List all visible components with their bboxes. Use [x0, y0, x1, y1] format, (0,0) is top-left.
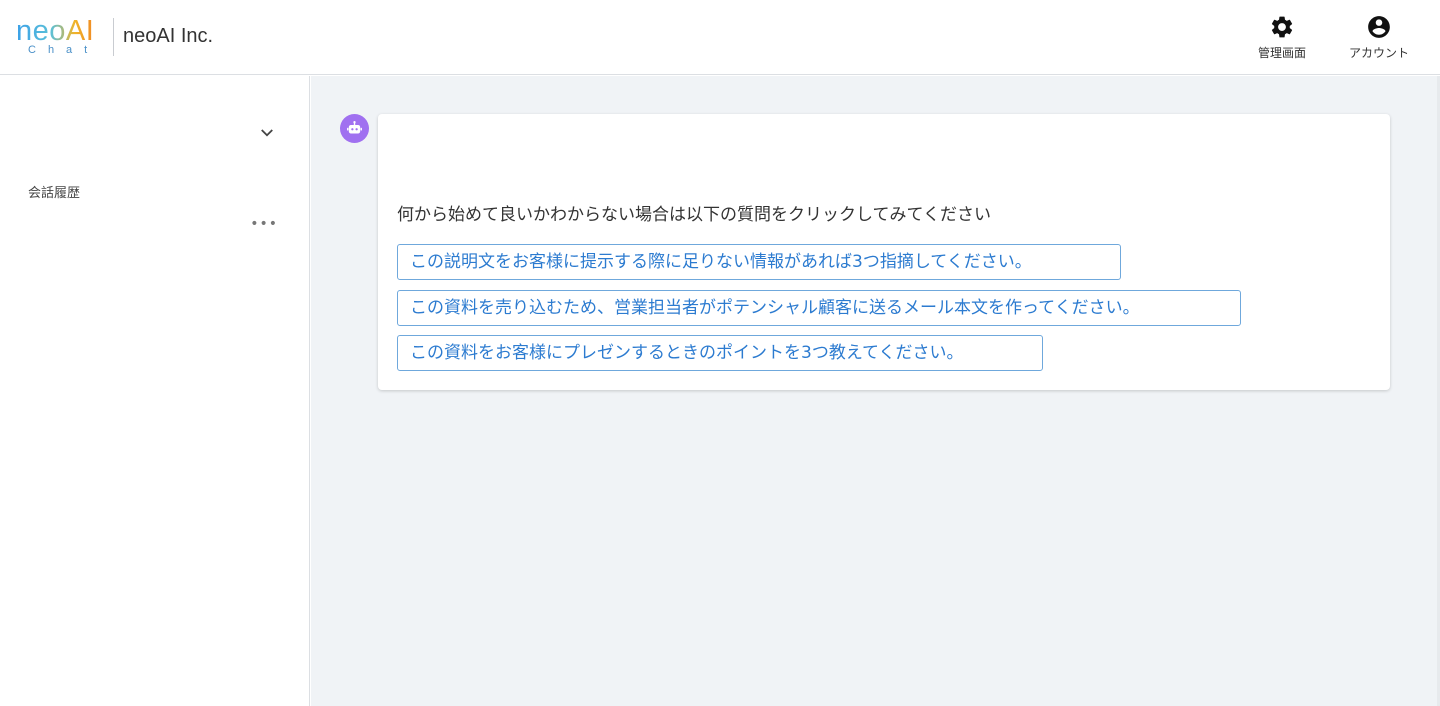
logo-text: neoAI	[16, 15, 95, 47]
admin-button[interactable]: 管理画面	[1255, 14, 1309, 62]
robot-icon	[347, 120, 362, 134]
logo[interactable]: neoAI Chat	[16, 14, 108, 58]
bot-message-card: 何から始めて良いかわからない場合は以下の質問をクリックしてみてください この説明…	[378, 114, 1390, 390]
suggestion-button[interactable]: この説明文をお客様に提示する際に足りない情報があれば3つ指摘してください。	[397, 244, 1121, 280]
more-options-icon[interactable]: •••	[250, 216, 278, 232]
history-heading: 会話履歴	[28, 186, 81, 201]
company-name: neoAI Inc.	[123, 25, 214, 47]
bot-avatar	[340, 114, 369, 143]
chevron-down-icon[interactable]	[258, 124, 276, 142]
history-item[interactable]: •••	[20, 216, 290, 240]
suggestion-prompt: 何から始めて良いかわからない場合は以下の質問をクリックしてみてください	[397, 205, 991, 225]
sidebar: 会話履歴 •••	[0, 76, 310, 706]
admin-label: 管理画面	[1257, 46, 1306, 60]
app-header: neoAI Chat neoAI Inc. 管理画面 アカウント	[0, 0, 1440, 75]
gear-icon	[1271, 16, 1293, 38]
suggestion-button[interactable]: この資料をお客様にプレゼンするときのポイントを3つ教えてください。	[397, 335, 1043, 371]
account-label: アカウント	[1348, 46, 1409, 60]
account-button[interactable]: アカウント	[1344, 14, 1414, 62]
chat-area: 何から始めて良いかわからない場合は以下の質問をクリックしてみてください この説明…	[311, 76, 1440, 706]
suggestion-button[interactable]: この資料を売り込むため、営業担当者がポテンシャル顧客に送るメール本文を作ってくだ…	[397, 290, 1241, 326]
logo-subtext: Chat	[28, 44, 100, 56]
account-circle-icon	[1368, 16, 1390, 38]
header-divider	[113, 18, 114, 56]
